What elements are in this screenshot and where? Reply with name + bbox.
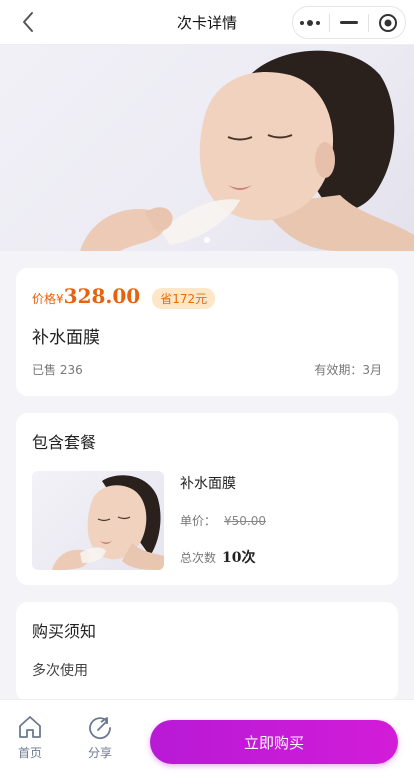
price-row: 价格 ¥ 328.00 省172元: [32, 284, 382, 309]
home-icon: [19, 716, 41, 738]
banner-photo: [80, 50, 414, 251]
chevron-left-icon: [23, 12, 33, 32]
minimize-icon: [340, 20, 358, 24]
buy-now-button[interactable]: 立即购买: [150, 720, 398, 764]
unit-price-label: 单价：: [180, 513, 217, 528]
page: 次卡详情 价格 ¥ 328.00 省172元 补水面膜 已售 236 有效期：3…: [0, 0, 414, 780]
package-item[interactable]: 补水面膜 单价： ¥50.00 总次数 10次: [32, 471, 382, 570]
validity-period: 有效期：3月: [314, 363, 382, 377]
target-icon: [379, 13, 397, 32]
bottom-action-bar: 首页 分享 立即购买: [0, 699, 414, 780]
share-label: 分享: [87, 746, 112, 760]
more-icon: [300, 19, 320, 26]
price-label: 价格: [32, 292, 57, 306]
save-badge: 省172元: [152, 288, 216, 309]
share-icon: [89, 717, 111, 740]
close-miniprogram-button[interactable]: [373, 11, 403, 35]
price-card: 价格 ¥ 328.00 省172元 补水面膜 已售 236 有效期：3月: [16, 268, 398, 396]
back-button[interactable]: [14, 8, 42, 36]
product-banner[interactable]: [0, 45, 414, 251]
package-info: 补水面膜 单价： ¥50.00 总次数 10次: [180, 471, 266, 567]
price-value: 328.00: [63, 284, 141, 308]
notice-section-title: 购买须知: [32, 622, 97, 641]
package-photo: [52, 475, 164, 570]
page-title: 次卡详情: [176, 13, 237, 32]
package-section-title: 包含套餐: [32, 433, 97, 452]
nav-header: 次卡详情: [0, 0, 414, 45]
carousel-dot[interactable]: [204, 237, 210, 243]
home-label: 首页: [17, 746, 42, 760]
notice-text: 多次使用: [32, 663, 88, 679]
count-row: 总次数 10次: [180, 547, 266, 567]
unit-price-value: ¥50.00: [224, 513, 267, 528]
mini-program-capsule: [292, 6, 406, 39]
capsule-divider: [329, 13, 330, 32]
notice-card: 购买须知 多次使用: [16, 602, 398, 702]
package-card: 包含套餐 补水面膜 单价： ¥50.00 总次数 10次: [16, 413, 398, 585]
package-thumbnail: [32, 471, 164, 570]
currency-symbol: ¥: [56, 292, 64, 306]
unit-price-row: 单价： ¥50.00: [180, 512, 266, 529]
product-name: 补水面膜: [32, 328, 100, 348]
count-label: 总次数: [180, 551, 217, 565]
package-item-name: 补水面膜: [180, 476, 236, 492]
minimize-button[interactable]: [334, 11, 364, 35]
carousel-indicator: [0, 237, 414, 243]
sold-count: 已售 236: [32, 363, 83, 377]
home-button[interactable]: 首页: [8, 714, 52, 761]
more-button[interactable]: [295, 11, 325, 35]
share-button[interactable]: 分享: [78, 714, 122, 761]
count-value: 10次: [222, 550, 256, 566]
meta-row: 已售 236 有效期：3月: [32, 361, 382, 378]
capsule-divider: [368, 13, 369, 32]
